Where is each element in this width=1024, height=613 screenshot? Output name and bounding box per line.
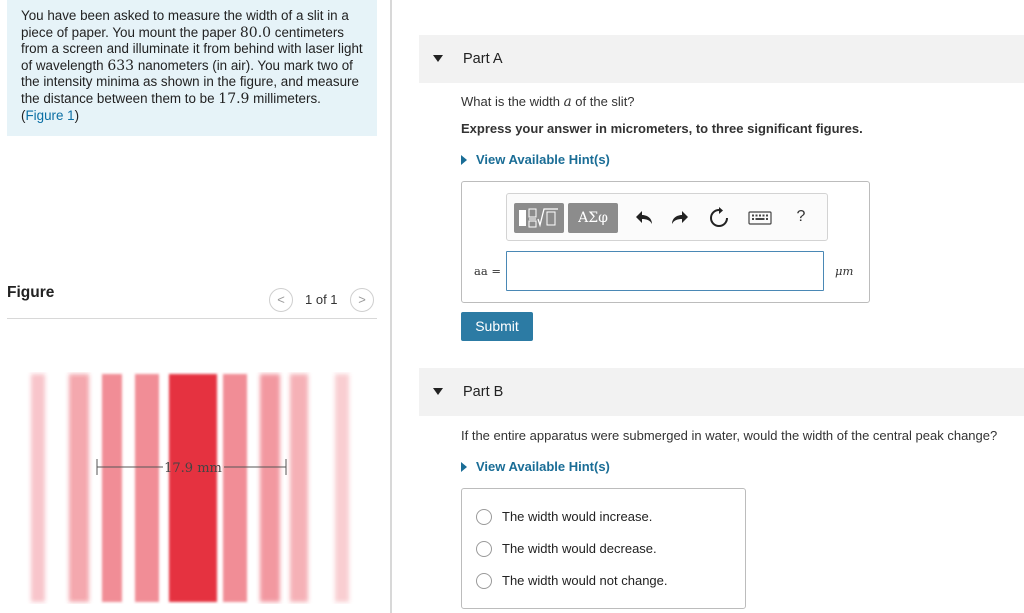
question-variable: a [563, 94, 572, 110]
part-a-instruction: Express your answer in micrometers, to t… [461, 121, 863, 136]
keyboard-icon[interactable] [747, 206, 772, 230]
fringe-4-left [69, 374, 89, 602]
chevron-left-icon: < [277, 292, 285, 307]
fringe-2-left [135, 374, 159, 602]
left-panel: You have been asked to measure the width… [0, 0, 390, 613]
caret-right-icon [461, 155, 467, 165]
figure-pager: 1 of 1 [305, 292, 338, 307]
question-text-post: of the slit? [571, 94, 635, 109]
problem-text-5: ) [74, 107, 80, 123]
problem-wavelength: 633 [107, 57, 135, 74]
diffraction-pattern-figure: 17.9 mm [31, 374, 349, 602]
problem-separation: 17.9 [218, 90, 250, 107]
part-a-question: What is the width a of the slit? [461, 94, 635, 110]
answer-variable-label: aa = [474, 264, 502, 278]
measure-label: 17.9 mm [164, 461, 222, 476]
reset-icon[interactable] [707, 206, 731, 230]
caret-right-icon [461, 462, 467, 472]
fringe-3-left [102, 374, 122, 602]
problem-statement: You have been asked to measure the width… [7, 0, 377, 136]
figure-next-button[interactable]: > [350, 288, 374, 312]
math-toolbar: ΑΣφ ? [506, 193, 828, 241]
problem-distance: 80.0 [239, 24, 272, 41]
question-text-pre: What is the width [461, 94, 564, 109]
fringe-2-right [223, 374, 247, 602]
redo-icon[interactable] [667, 206, 691, 230]
figure-prev-button[interactable]: < [269, 288, 293, 312]
hint-label: View Available Hint(s) [476, 459, 610, 474]
choice-label: The width would not change. [502, 573, 668, 588]
part-b-header[interactable]: Part B [419, 368, 1024, 416]
part-a-label: Part A [463, 51, 503, 67]
fringe-4-right [290, 374, 308, 602]
radio-button[interactable] [476, 509, 492, 525]
hint-label: View Available Hint(s) [476, 152, 610, 167]
chevron-right-icon: > [358, 292, 366, 307]
figure-link[interactable]: Figure 1 [25, 108, 74, 123]
undo-icon[interactable] [633, 206, 657, 230]
answer-choices: The width would increase. The width woul… [461, 488, 746, 609]
radio-button[interactable] [476, 573, 492, 589]
help-button[interactable]: ? [789, 204, 813, 230]
figure-divider [7, 318, 377, 319]
part-b-question: If the entire apparatus were submerged i… [461, 428, 998, 443]
fringe-outer-left [31, 374, 45, 602]
part-b-hint-link[interactable]: View Available Hint(s) [461, 459, 610, 474]
answer-box: ΑΣφ ? aa = μm [461, 181, 870, 303]
figure-title: Figure [7, 284, 55, 301]
fringe-3-right [260, 374, 280, 602]
submit-button[interactable]: Submit [461, 312, 533, 341]
central-fringe [169, 374, 217, 602]
part-b-label: Part B [463, 384, 504, 400]
collapse-triangle-icon[interactable] [433, 55, 443, 62]
collapse-triangle-icon[interactable] [433, 388, 443, 395]
template-icon [519, 208, 558, 228]
template-button[interactable] [514, 203, 564, 233]
part-a-header[interactable]: Part A [419, 35, 1024, 83]
answer-unit-label: μm [835, 264, 854, 278]
choice-label: The width would decrease. [502, 541, 657, 556]
column-divider [390, 0, 392, 613]
part-a-hint-link[interactable]: View Available Hint(s) [461, 152, 610, 167]
fringe-outer-right [335, 374, 349, 602]
answer-input[interactable] [506, 251, 824, 291]
radio-button[interactable] [476, 541, 492, 557]
choice-label: The width would increase. [502, 509, 653, 524]
greek-symbols-button[interactable]: ΑΣφ [568, 203, 618, 233]
